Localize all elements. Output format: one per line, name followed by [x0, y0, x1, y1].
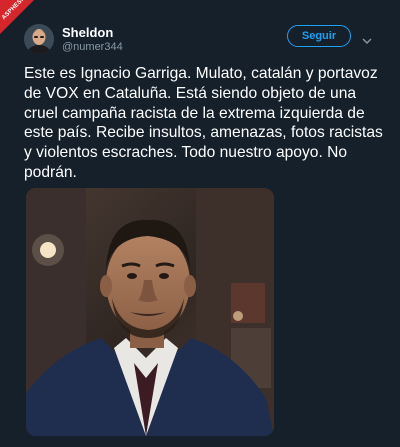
tweet-card: ASPHESPAÑA.COM Sheldon @numer344 Seguir …: [0, 0, 400, 447]
avatar[interactable]: [24, 24, 54, 54]
follow-button[interactable]: Seguir: [287, 25, 351, 47]
author-handle[interactable]: @numer344: [62, 41, 123, 53]
chevron-down-icon[interactable]: [362, 32, 372, 44]
portrait-photo[interactable]: [26, 188, 274, 436]
tweet-text: Este es Ignacio Garriga. Mulato, catalán…: [24, 65, 383, 181]
author-name[interactable]: Sheldon: [62, 25, 113, 40]
